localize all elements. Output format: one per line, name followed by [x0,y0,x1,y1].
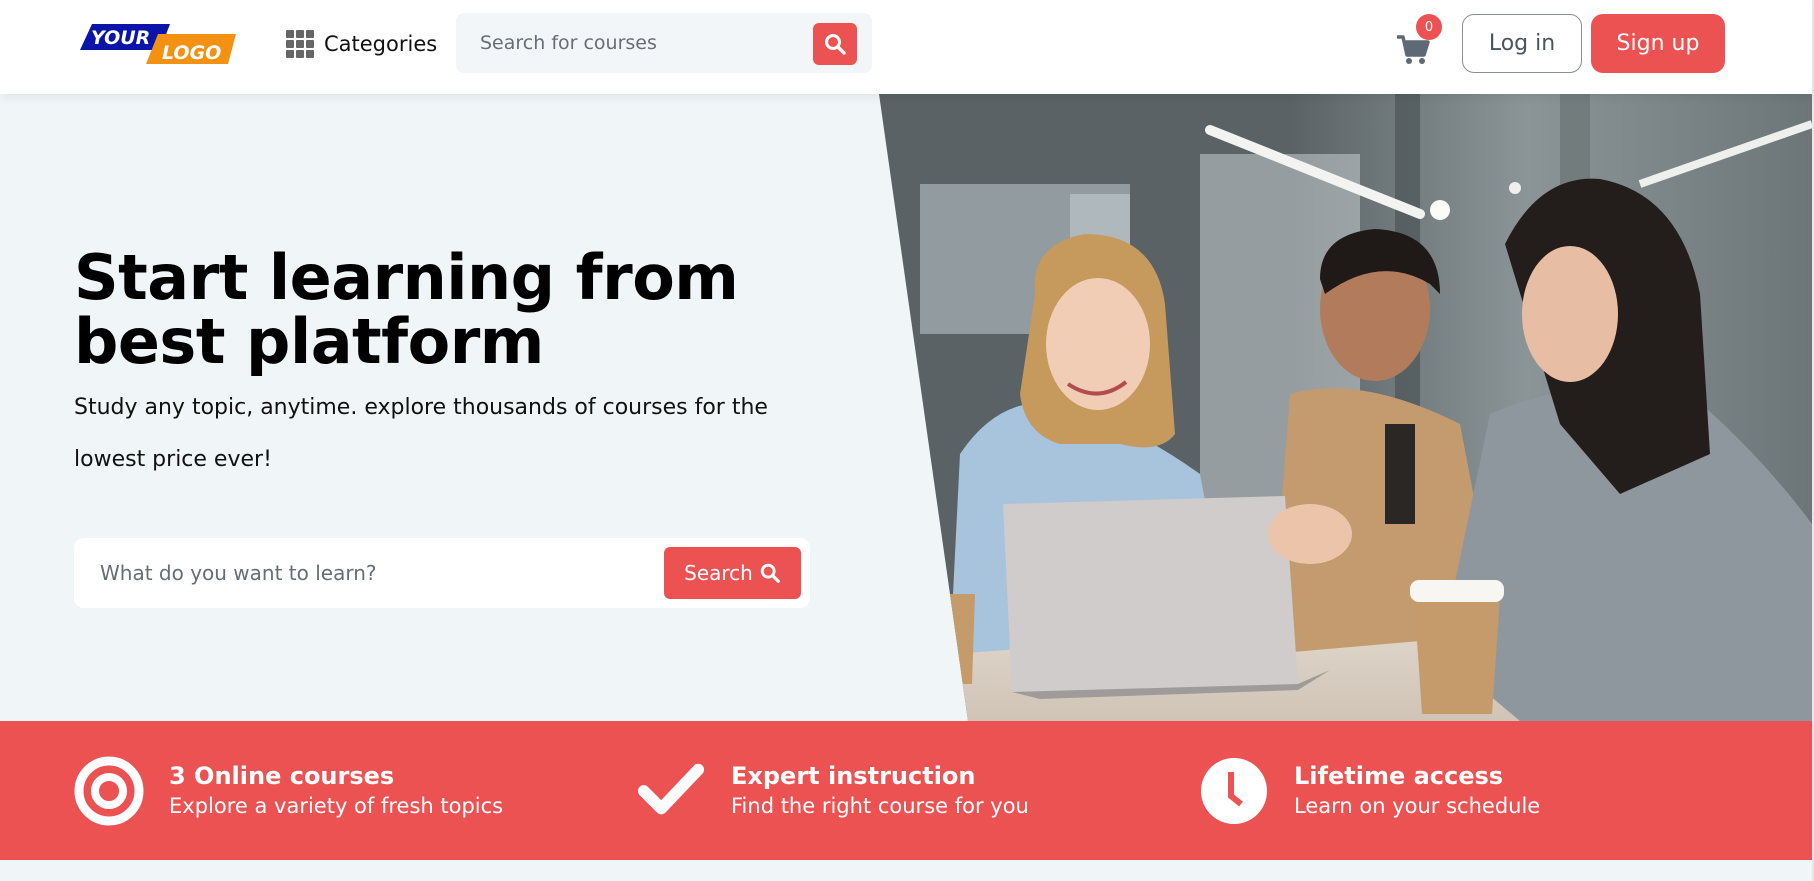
feature-title: 3 Online courses [169,762,395,790]
hero-search-button[interactable]: Search [664,547,801,599]
hero-search: Search [74,538,810,608]
top-navbar: YOUR LOGO Categories 0 Log in Sign up [0,0,1812,94]
hero-subtitle: Study any topic, anytime. explore thousa… [74,395,768,472]
header-search-button[interactable] [813,23,857,65]
page-bottom-area [0,860,1812,881]
grid-icon [286,30,316,58]
login-button[interactable]: Log in [1462,14,1582,73]
signup-button[interactable]: Sign up [1591,14,1725,73]
hero-section: Start learning from best platform Study … [0,94,1812,721]
categories-label: Categories [324,32,438,56]
feature-description: Find the right course for you [731,794,1029,818]
header-search-input[interactable] [456,13,796,73]
features-band: 3 Online courses Explore a variety of fr… [0,721,1812,860]
cart-count-badge: 0 [1416,14,1442,40]
feature-description: Learn on your schedule [1294,794,1541,818]
clock-icon [1199,756,1269,826]
search-icon [760,563,780,583]
hero-search-input[interactable] [74,538,654,608]
feature-title: Expert instruction [731,762,976,790]
feature-expert-instruction: Expert instruction Find the right course… [636,756,1029,826]
logo-word-logo: LOGO [162,42,221,64]
categories-menu[interactable]: Categories [286,26,437,62]
hero-title: Start learning from best platform [74,241,739,378]
header-search [456,13,872,73]
feature-title: Lifetime access [1294,762,1504,790]
feature-description: Explore a variety of fresh topics [169,794,504,818]
cart-button[interactable]: 0 [1396,14,1444,66]
feature-online-courses: 3 Online courses Explore a variety of fr… [74,756,503,826]
feature-lifetime-access: Lifetime access Learn on your schedule [1199,756,1540,826]
check-icon [636,756,706,826]
target-icon [74,756,144,826]
logo-word-your: YOUR [91,27,150,49]
hero-search-button-label: Search [684,561,753,585]
site-logo[interactable]: YOUR LOGO [80,24,236,68]
search-icon [825,34,846,55]
